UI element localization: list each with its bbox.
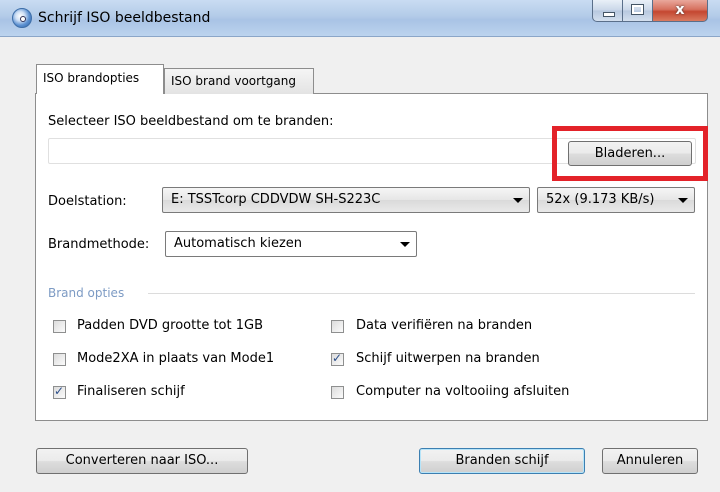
chevron-down-icon [678, 198, 688, 203]
checkbox-mode2xa[interactable] [53, 353, 66, 366]
dialog-window: Schrijf ISO beeldbestand x ISO brandopti… [0, 0, 720, 492]
checkbox-label-eject-disc: Schijf uitwerpen na branden [356, 351, 540, 366]
checkbox-label-finalize-disc: Finaliseren schijf [77, 384, 185, 399]
disc-icon [12, 8, 32, 28]
burn-method-value: Automatisch kiezen [174, 236, 303, 251]
close-icon: x [675, 2, 685, 18]
maximize-button[interactable] [622, 0, 653, 22]
burn-disc-button[interactable]: Branden schijf [419, 448, 585, 474]
checkbox-label-pad-dvd: Padden DVD grootte tot 1GB [77, 318, 263, 333]
burn-method-label: Brandmethode: [48, 237, 150, 252]
burn-speed-value: 52x (9.173 KB/s) [546, 192, 655, 207]
maximize-icon [631, 4, 644, 15]
title-bar[interactable]: Schrijf ISO beeldbestand x [0, 0, 720, 37]
tab-iso-brandopties[interactable]: ISO brandopties [36, 64, 164, 94]
chevron-down-icon [400, 242, 410, 247]
checkbox-label-mode2xa: Mode2XA in plaats van Mode1 [77, 351, 275, 366]
burn-options-group-label: Brand opties [48, 286, 125, 300]
checkbox-label-verify-data: Data verifiëren na branden [356, 318, 533, 333]
checkbox-label-shutdown-computer: Computer na voltooiing afsluiten [356, 384, 570, 399]
cancel-button[interactable]: Annuleren [602, 448, 698, 474]
tab-iso-brand-voortgang[interactable]: ISO brand voortgang [164, 68, 314, 94]
convert-to-iso-button[interactable]: Converteren naar ISO... [36, 448, 248, 474]
minimize-button[interactable] [592, 0, 623, 22]
close-button[interactable]: x [652, 0, 708, 22]
checkbox-shutdown-computer[interactable] [331, 386, 344, 399]
checkbox-finalize-disc[interactable] [53, 384, 66, 399]
burn-speed-select[interactable]: 52x (9.173 KB/s) [537, 187, 695, 213]
group-divider [148, 293, 695, 294]
chevron-down-icon [513, 198, 523, 203]
minimize-icon [603, 12, 615, 17]
checkbox-eject-disc[interactable] [331, 351, 344, 366]
target-drive-value: E: TSSTcorp CDDVDW SH-S223C [171, 192, 381, 207]
checkbox-pad-dvd[interactable] [53, 320, 66, 333]
burn-method-select[interactable]: Automatisch kiezen [165, 231, 417, 257]
iso-file-label: Selecteer ISO beeldbestand om te branden… [48, 114, 334, 129]
window-title: Schrijf ISO beeldbestand [38, 10, 211, 26]
checkbox-verify-data[interactable] [331, 320, 344, 333]
target-drive-select[interactable]: E: TSSTcorp CDDVDW SH-S223C [162, 187, 530, 213]
target-drive-label: Doelstation: [48, 194, 127, 209]
highlight-annotation [552, 126, 708, 181]
